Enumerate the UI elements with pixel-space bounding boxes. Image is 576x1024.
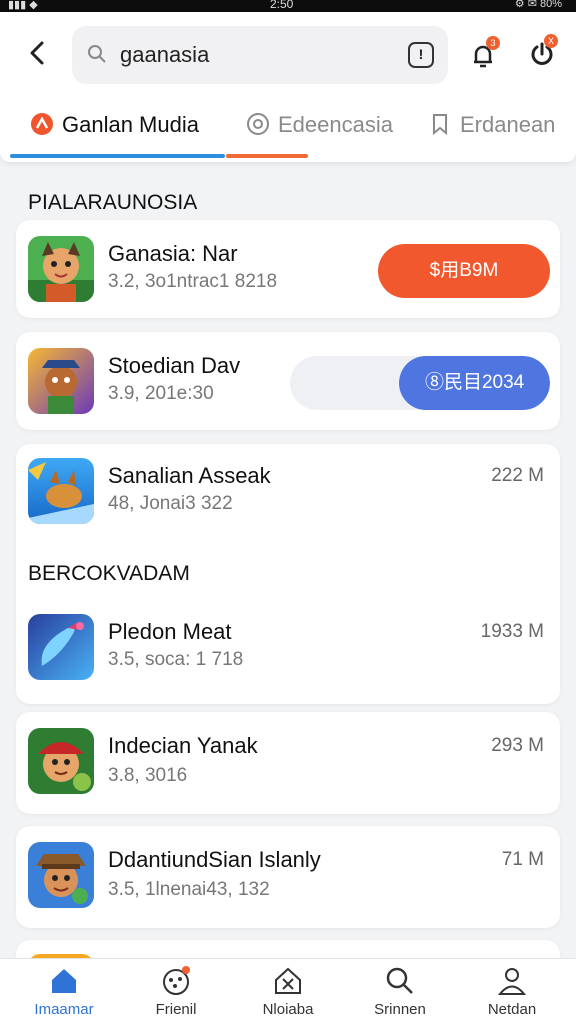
tab-ganlan-mudia[interactable]: Ganlan Mudia	[30, 112, 199, 152]
app-meta: 3.9, 201e:30	[108, 383, 214, 404]
back-button[interactable]	[22, 38, 52, 68]
search-input[interactable]: gaanasia !	[72, 26, 448, 84]
app-name: Indecian Yanak	[108, 733, 258, 758]
status-time: 2:50	[270, 0, 294, 11]
notification-button[interactable]: 3	[468, 36, 500, 70]
app-name: Pledon Meat	[108, 619, 232, 644]
app-card[interactable]: Ganasia: Nar 3.2, 3o1ntrac1 8218 $用B9M	[16, 220, 560, 318]
search-icon	[386, 967, 413, 994]
back-arrow-icon	[30, 41, 44, 65]
status-bar: ▮▮▮ ◆ 2:50 ⚙ ✉ 80%	[0, 0, 576, 12]
home-icon	[52, 969, 76, 993]
status-icons: ⚙ ✉ 80%	[514, 0, 562, 10]
game-controller-icon	[163, 966, 190, 995]
power-button[interactable]: X	[528, 34, 558, 68]
app-card[interactable]: Stoedian Dav 3.9, 201e:30 ⑧民目2034	[16, 332, 560, 430]
app-size: 293 M	[491, 735, 544, 756]
nav-profile[interactable]: Netdan	[464, 965, 560, 1018]
app-icon	[28, 458, 94, 524]
nav-label: Imaamar	[34, 1001, 94, 1018]
app-size: 1933 M	[480, 621, 544, 642]
progress-fill: ⑧民目2034	[399, 356, 550, 410]
app-card[interactable]: DdantiundSian Islanly 3.5, 1lnenai43, 13…	[16, 826, 560, 928]
app-name: DdantiundSian Islanly	[108, 847, 321, 872]
search-icon	[88, 45, 106, 63]
power-badge: X	[544, 34, 558, 48]
app-meta: 3.2, 3o1ntrac1 8218	[108, 271, 278, 292]
house-x-icon	[275, 967, 301, 994]
nav-games[interactable]: Frienil	[128, 965, 224, 1018]
clock-tab-icon	[247, 113, 269, 135]
app-meta: 48, Jonai3 322	[108, 493, 233, 514]
nav-label: Netdan	[487, 1001, 537, 1018]
app-icon	[28, 348, 94, 414]
nav-home[interactable]: Imaamar	[16, 965, 112, 1018]
tab-label: Ganlan Mudia	[62, 112, 199, 137]
install-button[interactable]: $用B9M	[378, 244, 550, 298]
signal-indicator: ▮▮▮ ◆	[8, 0, 38, 11]
tab-label: Edeencasia	[278, 112, 393, 137]
app-name: Ganasia: Nar	[108, 241, 238, 266]
nav-search[interactable]: Srinnen	[352, 965, 448, 1018]
info-icon[interactable]: !	[408, 42, 434, 68]
app-name: Sanalian Asseak	[108, 463, 271, 488]
tab-indicator	[10, 154, 225, 158]
app-meta: 3.5, 1lnenai43, 132	[108, 879, 270, 900]
app-meta: 3.5, soca: 1 718	[108, 649, 244, 670]
tab-erdanean[interactable]: Erdanean	[428, 112, 555, 152]
search-query[interactable]: gaanasia	[120, 42, 209, 68]
app-card[interactable]: Indecian Yanak 3.8, 3016 293 M	[16, 712, 560, 814]
app-icon	[28, 728, 94, 794]
app-size: 71 M	[501, 849, 544, 870]
notification-badge: 3	[486, 36, 500, 50]
app-size: 222 M	[491, 465, 544, 486]
brand-tab-icon	[31, 113, 53, 135]
nav-label: Frienil	[155, 1001, 197, 1018]
section-title: BERCOKVADAM	[28, 562, 190, 585]
bookmark-tab-icon	[433, 114, 447, 136]
nav-label: Nloiaba	[262, 1001, 314, 1018]
tab-label: Erdanean	[460, 112, 556, 137]
bottom-navigation: Imaamar Frienil Nloiaba Srinnen Netdan	[0, 958, 576, 1024]
app-name: Stoedian Dav	[108, 353, 241, 378]
download-progress[interactable]: ⑧民目2034	[290, 356, 550, 410]
app-card[interactable]: Sanalian Asseak 48, Jonai3 322 222 M BER…	[16, 444, 560, 704]
nav-label: Srinnen	[374, 1001, 426, 1018]
tab-indicator-accent	[226, 154, 308, 158]
section-title: PIALARAUNOSIA	[28, 191, 198, 214]
app-icon	[28, 236, 94, 302]
nav-apps[interactable]: Nloiaba	[240, 965, 336, 1018]
app-icon	[28, 614, 94, 680]
header-panel: gaanasia ! 3 X Ganlan Mudia Edeencasia E…	[0, 12, 576, 162]
profile-icon	[497, 968, 527, 995]
app-icon	[28, 842, 94, 908]
tab-edeencasia[interactable]: Edeencasia	[246, 112, 393, 152]
app-meta: 3.8, 3016	[108, 765, 188, 786]
